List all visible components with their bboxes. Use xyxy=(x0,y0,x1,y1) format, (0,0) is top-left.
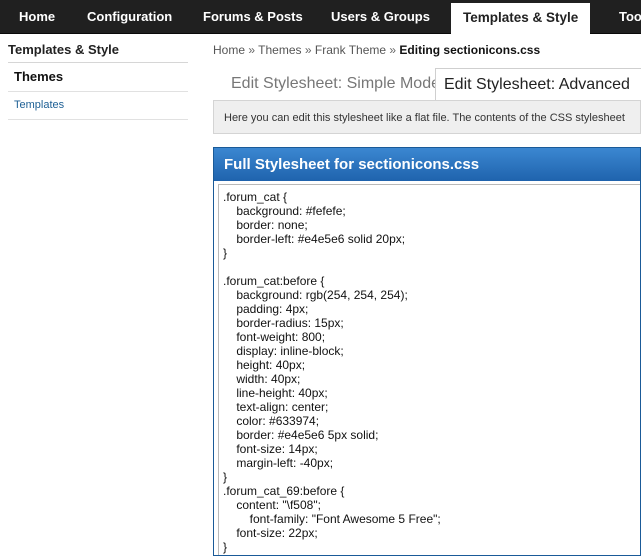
breadcrumb-separator: » xyxy=(389,43,397,57)
code-line: content: "\f508"; xyxy=(223,498,321,512)
code-line: font-size: 22px; xyxy=(223,526,318,540)
code-line: border: #e4e5e6 5px solid; xyxy=(223,428,379,442)
code-line: .forum_cat:before { xyxy=(223,274,325,288)
code-line: height: 40px; xyxy=(223,358,306,372)
code-line: margin-left: -40px; xyxy=(223,456,334,470)
code-line: font-family: "Font Awesome 5 Free"; xyxy=(223,512,441,526)
code-line: display: inline-block; xyxy=(223,344,344,358)
sidebar-item-templates[interactable]: Templates xyxy=(8,92,188,120)
breadcrumb-current: Editing sectionicons.css xyxy=(399,43,541,57)
breadcrumb: Home » Themes » Frank Theme » Editing se… xyxy=(213,43,540,57)
breadcrumb-themes[interactable]: Themes xyxy=(258,43,301,57)
code-line: } xyxy=(223,540,228,554)
info-description: Here you can edit this stylesheet like a… xyxy=(213,100,641,134)
code-line: font-weight: 800; xyxy=(223,330,326,344)
sidebar-title: Templates & Style xyxy=(8,38,188,63)
code-line: width: 40px; xyxy=(223,372,301,386)
code-line: background: rgb(254, 254, 254); xyxy=(223,288,408,302)
code-line: line-height: 40px; xyxy=(223,386,328,400)
stylesheet-textarea[interactable]: .forum_cat { background: #fefefe; border… xyxy=(218,184,640,555)
nav-tab-templates-style[interactable]: Templates & Style xyxy=(451,3,591,34)
top-navigation: Home Configuration Forums & Posts Users … xyxy=(0,0,641,34)
breadcrumb-separator: » xyxy=(248,43,256,57)
nav-tab-forums-posts[interactable]: Forums & Posts xyxy=(203,0,303,33)
code-line: } xyxy=(223,470,228,484)
tab-advanced-mode[interactable]: Edit Stylesheet: Advanced xyxy=(435,68,641,100)
code-line: padding: 4px; xyxy=(223,302,309,316)
nav-tab-users-groups[interactable]: Users & Groups xyxy=(331,0,430,33)
nav-tab-home[interactable]: Home xyxy=(19,0,55,33)
code-line: .forum_cat_69:before { xyxy=(223,484,345,498)
code-line: text-align: center; xyxy=(223,400,329,414)
nav-tab-configuration[interactable]: Configuration xyxy=(87,0,172,33)
breadcrumb-home[interactable]: Home xyxy=(213,43,245,57)
code-line: border-radius: 15px; xyxy=(223,316,344,330)
breadcrumb-separator: » xyxy=(304,43,312,57)
code-line: font-size: 14px; xyxy=(223,442,318,456)
code-line: border: none; xyxy=(223,218,308,232)
sidebar-item-themes[interactable]: Themes xyxy=(8,63,188,92)
nav-tab-tools[interactable]: Too xyxy=(619,0,641,33)
sidebar: Templates & Style Themes Templates xyxy=(8,38,188,120)
code-line: color: #633974; xyxy=(223,414,320,428)
edit-mode-tabs: Edit Stylesheet: Simple Mode Edit Styles… xyxy=(213,68,641,100)
code-line: background: #fefefe; xyxy=(223,204,346,218)
breadcrumb-theme[interactable]: Frank Theme xyxy=(315,43,386,57)
panel-title: Full Stylesheet for sectionicons.css xyxy=(214,148,640,181)
code-line: } xyxy=(223,246,228,260)
code-line: border-left: #e4e5e6 solid 20px; xyxy=(223,232,406,246)
stylesheet-panel: Full Stylesheet for sectionicons.css .fo… xyxy=(213,147,641,556)
code-line: .forum_cat { xyxy=(223,190,288,204)
tab-simple-mode[interactable]: Edit Stylesheet: Simple Mode xyxy=(231,68,440,99)
